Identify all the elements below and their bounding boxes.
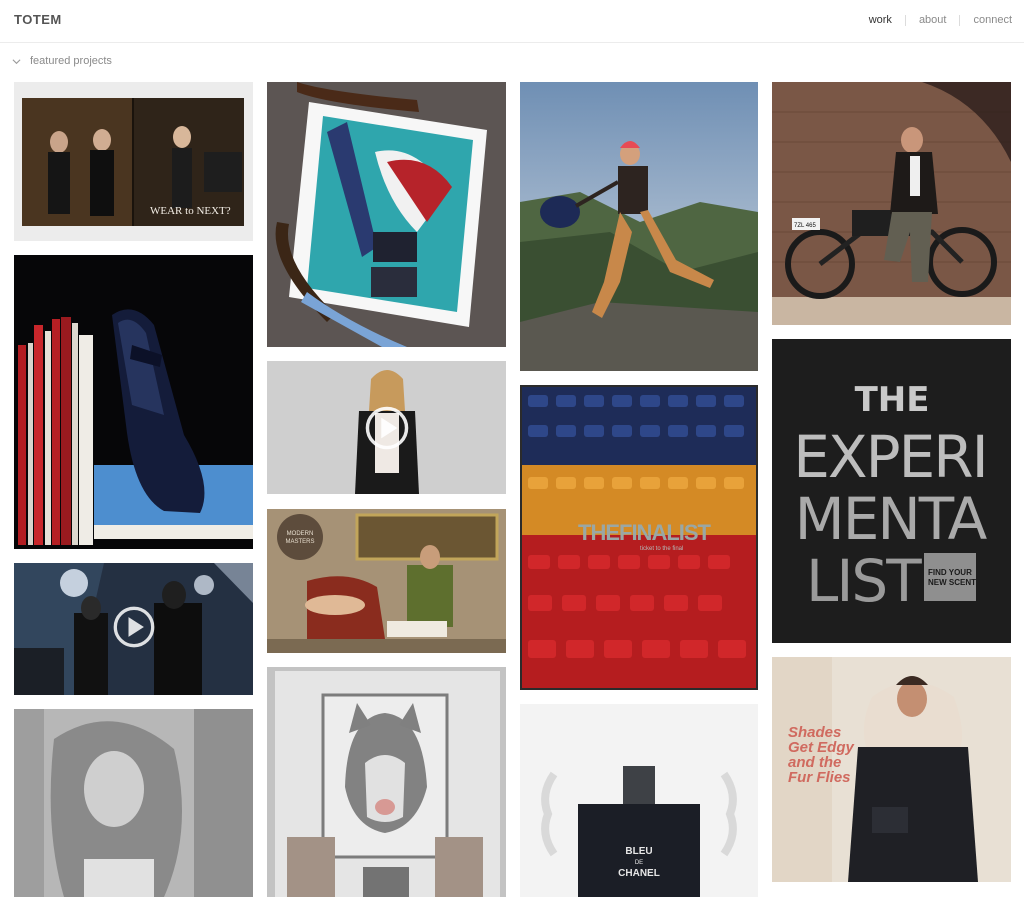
husky-dog-image: [267, 667, 506, 897]
project-tile-concert-video[interactable]: [14, 563, 253, 695]
project-tile-husky-dog[interactable]: [267, 667, 506, 897]
fur-parka-headline-line4: Fur Flies: [788, 769, 851, 786]
project-tile-modern-masters[interactable]: MODERN MASTERS: [267, 509, 506, 653]
fur-parka-image: Shades Get Edgy and the Fur Flies: [772, 657, 1011, 882]
project-tile-woman-video[interactable]: [267, 361, 506, 494]
project-tile-bleu-de-chanel[interactable]: BLEU DE CHANEL: [520, 704, 758, 897]
chevron-down-icon: [12, 58, 21, 64]
experimentalist-line2: EXPERI: [793, 423, 986, 491]
site-header: TOTEM work about connect: [0, 0, 1024, 43]
nav-divider: [959, 14, 961, 26]
nav-item-about[interactable]: about: [919, 14, 947, 26]
modern-masters-image: MODERN MASTERS: [267, 509, 506, 653]
magazine-headline: WEAR to NEXT?: [150, 205, 231, 217]
play-icon[interactable]: [364, 405, 410, 451]
bleu-de-chanel-image: BLEU DE CHANEL: [520, 704, 758, 897]
modern-masters-badge-line2: MASTERS: [285, 539, 314, 545]
experimentalist-line1: THE: [855, 380, 930, 420]
finalist-subtitle: ticket to the final: [640, 546, 683, 552]
play-icon[interactable]: [112, 605, 156, 649]
ties-accessories-image: [267, 82, 506, 347]
chanel-line1: BLEU: [625, 846, 652, 857]
experimentalist-line4: LIST: [806, 547, 922, 615]
nav-item-connect[interactable]: connect: [973, 14, 1012, 26]
chanel-line3: CHANEL: [618, 868, 660, 879]
the-finalist-image: THEFINALIST ticket to the final: [520, 385, 758, 690]
project-tile-fur-parka[interactable]: Shades Get Edgy and the Fur Flies: [772, 657, 1011, 882]
project-tile-motorcycle[interactable]: 7ZL 465: [772, 82, 1011, 325]
project-tile-ties-accessories[interactable]: [267, 82, 506, 347]
nav-item-work[interactable]: work: [869, 14, 892, 26]
nav-divider: [904, 14, 906, 26]
hiker-jumping-image: [520, 82, 758, 371]
project-tile-magazine-spread[interactable]: WEAR to NEXT?: [14, 82, 253, 241]
motorcycle-image: 7ZL 465: [772, 82, 1011, 325]
experimentalist-line3: MENTA: [795, 485, 988, 553]
lingerie-portrait-image: [14, 709, 253, 897]
the-experimentalist-image: THE EXPERI MENTA LIST FIND YOUR NEW SCEN…: [772, 339, 1011, 643]
project-tile-hiker-jumping[interactable]: [520, 82, 758, 371]
motorcycle-plate: 7ZL 465: [794, 223, 816, 229]
project-tile-loafer-shoe[interactable]: [14, 255, 253, 549]
main-nav: work about connect: [869, 14, 1012, 26]
loafer-shoe-image: [14, 255, 253, 549]
chanel-line2: DE: [635, 860, 643, 866]
finalist-title: THEFINALIST: [578, 520, 712, 545]
project-tile-the-experimentalist[interactable]: THE EXPERI MENTA LIST FIND YOUR NEW SCEN…: [772, 339, 1011, 643]
magazine-spread-image: WEAR to NEXT?: [14, 82, 253, 241]
featured-projects-toggle[interactable]: featured projects: [12, 55, 112, 67]
modern-masters-badge-line1: MODERN: [287, 531, 314, 537]
site-logo[interactable]: TOTEM: [14, 12, 62, 27]
project-tile-lingerie-portrait[interactable]: [14, 709, 253, 897]
project-tile-the-finalist[interactable]: THEFINALIST ticket to the final: [520, 385, 758, 690]
featured-projects-label: featured projects: [30, 55, 112, 67]
experimentalist-badge-line2: NEW SCENT: [928, 578, 976, 587]
experimentalist-badge-line1: FIND YOUR: [928, 568, 972, 577]
